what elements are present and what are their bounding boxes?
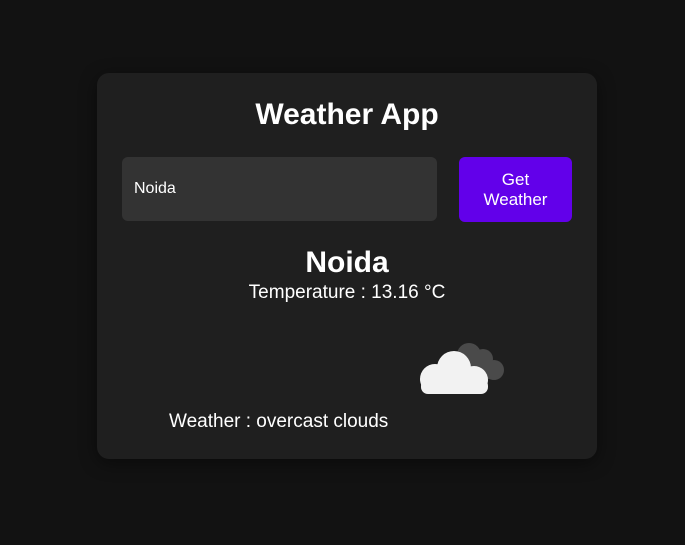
get-weather-button[interactable]: Get Weather — [459, 157, 572, 222]
overcast-clouds-icon — [420, 343, 504, 394]
city-search-input[interactable] — [122, 157, 437, 221]
temperature-readout: Temperature : 13.16 °C — [248, 282, 446, 303]
app-title: Weather App — [255, 98, 439, 131]
weather-description: Weather : overcast clouds — [169, 411, 389, 432]
weather-card: Weather App Get Weather Noida Temperatur… — [97, 73, 597, 459]
city-name: Noida — [305, 246, 389, 279]
